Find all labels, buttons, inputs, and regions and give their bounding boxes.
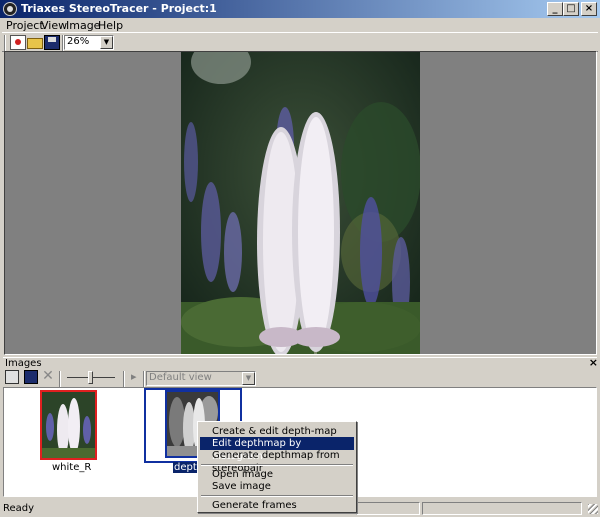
window-title: Triaxes StereoTracer - Project:1 bbox=[21, 2, 217, 15]
thumbnail-label: white_R bbox=[52, 462, 92, 473]
menu-view[interactable]: View bbox=[41, 19, 67, 32]
menu-separator bbox=[201, 464, 353, 466]
menu-bar: Project View Image Help bbox=[0, 18, 600, 32]
toolbar-separator bbox=[143, 371, 145, 387]
slider-thumb[interactable] bbox=[88, 371, 93, 384]
chevron-down-icon[interactable]: ▼ bbox=[242, 372, 255, 385]
thumbnail-white-r[interactable] bbox=[40, 390, 97, 460]
app-logo-icon bbox=[3, 2, 17, 16]
minimize-button[interactable]: _ bbox=[547, 2, 563, 16]
open-folder-icon[interactable] bbox=[27, 38, 43, 49]
main-canvas[interactable] bbox=[4, 51, 597, 355]
toolbar-grip bbox=[4, 35, 6, 51]
save-disk-icon[interactable] bbox=[24, 370, 38, 384]
status-text: Ready bbox=[3, 503, 35, 514]
zoom-select[interactable]: 26% ▼ bbox=[64, 35, 114, 50]
chevron-down-icon[interactable]: ▼ bbox=[100, 36, 113, 49]
close-panel-icon[interactable]: × bbox=[589, 356, 598, 369]
toolbar-separator bbox=[59, 371, 61, 387]
add-image-icon[interactable] bbox=[5, 370, 19, 384]
view-select-value: Default view bbox=[149, 372, 212, 383]
view-select[interactable]: Default view ▼ bbox=[146, 371, 256, 386]
toolbar-separator bbox=[123, 371, 125, 387]
lupine-photo-art bbox=[181, 52, 420, 354]
menu-separator bbox=[201, 495, 353, 497]
status-cell bbox=[356, 502, 420, 515]
menu-item-save-image[interactable]: Save image bbox=[200, 480, 354, 493]
save-disk-icon[interactable] bbox=[44, 35, 60, 50]
play-icon[interactable]: ▸ bbox=[131, 370, 137, 383]
menu-item-generate-depthmap-stereopair[interactable]: Generate depthmap from stereopair bbox=[200, 449, 354, 474]
new-project-icon[interactable] bbox=[10, 35, 26, 50]
menu-image[interactable]: Image bbox=[66, 19, 100, 32]
images-toolbar: ✕ ▸ Default view ▼ bbox=[3, 369, 597, 387]
zoom-value: 26% bbox=[67, 36, 90, 47]
maximize-button[interactable]: □ bbox=[563, 2, 579, 16]
title-bar: Triaxes StereoTracer - Project:1 _ □ × bbox=[0, 0, 600, 18]
context-menu: Create & edit depth-map Edit depthmap by… bbox=[197, 421, 357, 513]
resize-grip-icon[interactable] bbox=[588, 504, 598, 514]
menu-help[interactable]: Help bbox=[98, 19, 123, 32]
delete-x-icon[interactable]: ✕ bbox=[41, 369, 55, 384]
main-toolbar: 26% ▼ bbox=[2, 32, 598, 52]
lupine-photo bbox=[181, 52, 420, 354]
close-button[interactable]: × bbox=[581, 2, 597, 16]
status-cell bbox=[422, 502, 582, 515]
menu-item-generate-frames[interactable]: Generate frames bbox=[200, 499, 354, 512]
menu-project[interactable]: Project bbox=[6, 19, 44, 32]
lupine-thumb-art bbox=[42, 392, 95, 458]
images-panel-title: Images bbox=[5, 358, 42, 369]
